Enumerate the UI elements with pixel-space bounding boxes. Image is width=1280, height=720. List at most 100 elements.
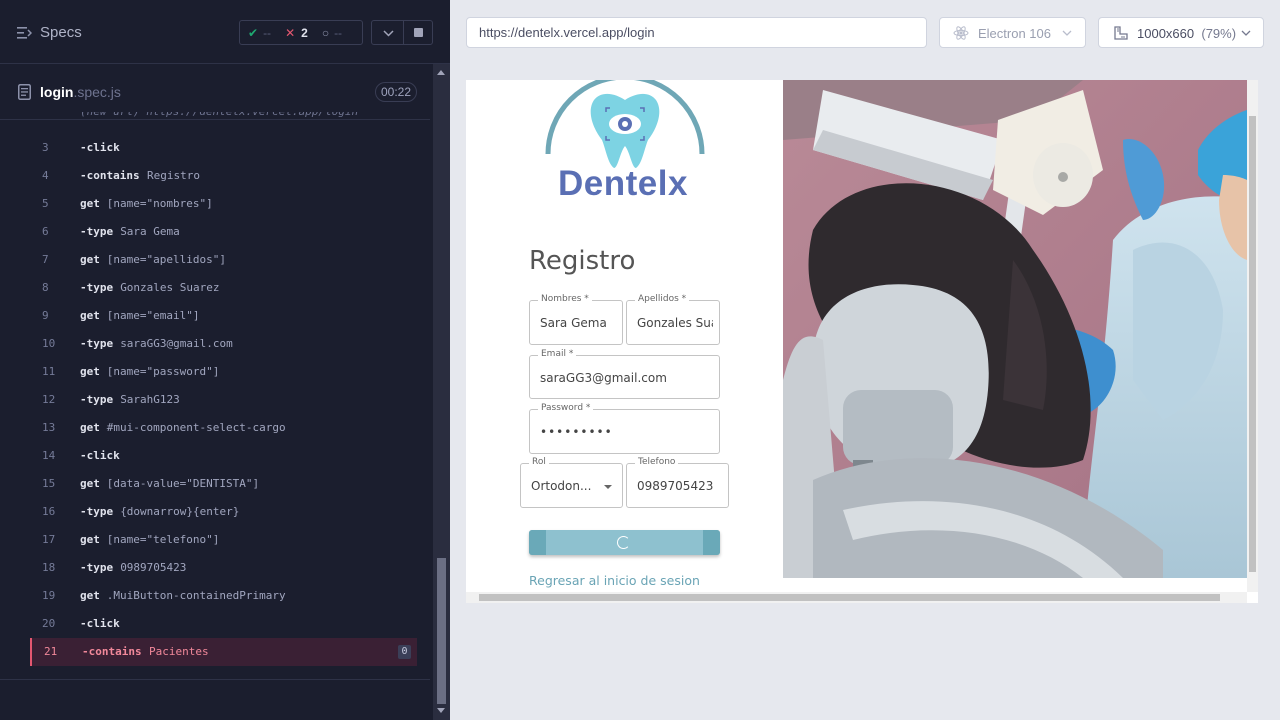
command-row[interactable]: 8 -type Gonzales Suarez xyxy=(30,274,417,302)
apellidos-value: Gonzales Suarez xyxy=(637,316,713,330)
command-number: 5 xyxy=(42,197,49,210)
command-name: -type xyxy=(80,337,114,350)
command-row[interactable]: 13 get #mui-component-select-cargo xyxy=(30,414,417,442)
nombres-label: Nombres * xyxy=(538,294,592,304)
frame-vertical-scroll-thumb[interactable] xyxy=(1249,116,1256,572)
spec-file-name[interactable]: login.spec.js xyxy=(40,84,121,100)
command-row[interactable]: 16 -type {downarrow}{enter} xyxy=(30,498,417,526)
file-icon xyxy=(18,84,31,100)
frame-horizontal-scroll-thumb[interactable] xyxy=(479,594,1220,601)
command-argument: Pacientes xyxy=(149,645,209,658)
passed-check-icon: ✔ xyxy=(248,25,259,40)
command-row[interactable]: 14 -click xyxy=(30,442,417,470)
command-argument: [name="password"] xyxy=(106,365,220,378)
chevron-down-icon xyxy=(1062,30,1072,36)
test-stats: ✔ -- ✕ 2 ○ -- xyxy=(239,20,363,45)
command-number: 6 xyxy=(42,225,49,238)
telefono-field[interactable]: Telefono 0989705423 xyxy=(626,457,729,508)
nombres-field[interactable]: Nombres * Sara Gema xyxy=(529,294,623,345)
command-row[interactable]: 11 get [name="password"] xyxy=(30,358,417,386)
url-bar[interactable]: https://dentelx.vercel.app/login xyxy=(466,17,927,48)
register-submit-button[interactable] xyxy=(529,530,720,555)
command-argument: SarahG123 xyxy=(120,393,180,406)
command-argument: .MuiButton-containedPrimary xyxy=(106,589,286,602)
spec-file-base: login xyxy=(40,84,74,100)
expand-tests-button[interactable] xyxy=(371,20,404,45)
command-number: 12 xyxy=(42,393,56,406)
command-row-failed[interactable]: 21 -contains Pacientes 0 xyxy=(30,638,417,666)
apellidos-field[interactable]: Apellidos * Gonzales Suarez xyxy=(626,294,720,345)
specs-menu-icon[interactable] xyxy=(17,26,32,40)
command-row[interactable]: 6 -type Sara Gema xyxy=(30,218,417,246)
pending-count: -- xyxy=(334,25,343,40)
command-argument: Sara Gema xyxy=(120,225,180,238)
command-row[interactable]: 3 -click xyxy=(30,134,417,162)
command-name: -contains xyxy=(82,645,142,658)
back-to-login-link[interactable]: Regresar al inicio de sesion xyxy=(529,573,700,588)
command-name: -type xyxy=(80,225,114,238)
chevron-down-icon xyxy=(1241,30,1251,36)
url-text: https://dentelx.vercel.app/login xyxy=(479,25,655,40)
scroll-up-arrow[interactable] xyxy=(437,70,445,75)
command-count-badge: 0 xyxy=(398,645,411,659)
command-row[interactable]: 15 get [data-value="DENTISTA"] xyxy=(30,470,417,498)
command-argument: [name="nombres"] xyxy=(106,197,213,210)
command-row[interactable]: 20 -click xyxy=(30,610,417,638)
test-runner-panel: Specs ✔ -- ✕ 2 ○ -- login.spec.js 00:22 … xyxy=(0,0,450,720)
command-number: 21 xyxy=(44,645,58,658)
dropdown-arrow-icon xyxy=(604,485,612,489)
viewport-selector[interactable]: 1000x660 (79%) xyxy=(1098,17,1264,48)
command-row[interactable]: 19 get .MuiButton-containedPrimary xyxy=(30,582,417,610)
rol-select[interactable]: Rol Ortodon... xyxy=(520,457,623,508)
command-name: -type xyxy=(80,393,114,406)
password-field[interactable]: Password * ••••••••• xyxy=(529,403,720,454)
loading-spinner-icon xyxy=(617,536,630,549)
browser-selector[interactable]: Electron 106 xyxy=(939,17,1086,48)
command-row[interactable]: 5 get [name="nombres"] xyxy=(30,190,417,218)
command-number: 16 xyxy=(42,505,56,518)
command-argument: [name="apellidos"] xyxy=(106,253,227,266)
stop-button[interactable] xyxy=(403,20,433,45)
apellidos-label: Apellidos * xyxy=(635,294,690,304)
command-number: 7 xyxy=(42,253,49,266)
command-row[interactable]: 17 get [name="telefono"] xyxy=(30,526,417,554)
command-argument: {downarrow}{enter} xyxy=(120,505,240,518)
divider xyxy=(0,679,430,680)
scroll-down-arrow[interactable] xyxy=(437,708,445,713)
command-number: 8 xyxy=(42,281,49,294)
scrollbar-thumb[interactable] xyxy=(437,558,446,704)
telefono-label: Telefono xyxy=(635,457,679,467)
stop-icon xyxy=(414,28,423,37)
command-name: get xyxy=(80,309,100,322)
command-name: get xyxy=(80,589,100,602)
command-row[interactable]: 18 -type 0989705423 xyxy=(30,554,417,582)
command-name: -click xyxy=(80,141,120,154)
command-number: 17 xyxy=(42,533,56,546)
email-label: Email * xyxy=(538,349,577,359)
button-edge-left xyxy=(529,530,546,555)
failed-count: 2 xyxy=(301,25,308,40)
command-row[interactable]: 9 get [name="email"] xyxy=(30,302,417,330)
pending-icon: ○ xyxy=(321,25,330,40)
email-value: saraGG3@gmail.com xyxy=(540,371,667,385)
command-row[interactable]: 4 -contains Registro xyxy=(30,162,417,190)
electron-icon xyxy=(953,26,969,40)
command-name: -type xyxy=(80,505,114,518)
command-row[interactable]: 7 get [name="apellidos"] xyxy=(30,246,417,274)
spec-file-ext: .spec.js xyxy=(73,84,121,100)
command-name: -contains xyxy=(80,169,140,182)
command-number: 4 xyxy=(42,169,49,182)
command-name: -type xyxy=(80,561,114,574)
specs-label[interactable]: Specs xyxy=(40,24,82,41)
command-argument: [name="email"] xyxy=(106,309,200,322)
email-field[interactable]: Email * saraGG3@gmail.com xyxy=(529,349,720,399)
command-argument: Registro xyxy=(147,169,200,182)
command-row[interactable]: 12 -type SarahG123 xyxy=(30,386,417,414)
command-name: get xyxy=(80,533,100,546)
command-row[interactable]: 10 -type saraGG3@gmail.com xyxy=(30,330,417,358)
command-argument: #mui-component-select-cargo xyxy=(106,421,286,434)
password-label: Password * xyxy=(538,403,594,413)
command-name: -click xyxy=(80,449,120,462)
command-argument: [data-value="DENTISTA"] xyxy=(106,477,260,490)
rol-label: Rol xyxy=(529,457,549,467)
